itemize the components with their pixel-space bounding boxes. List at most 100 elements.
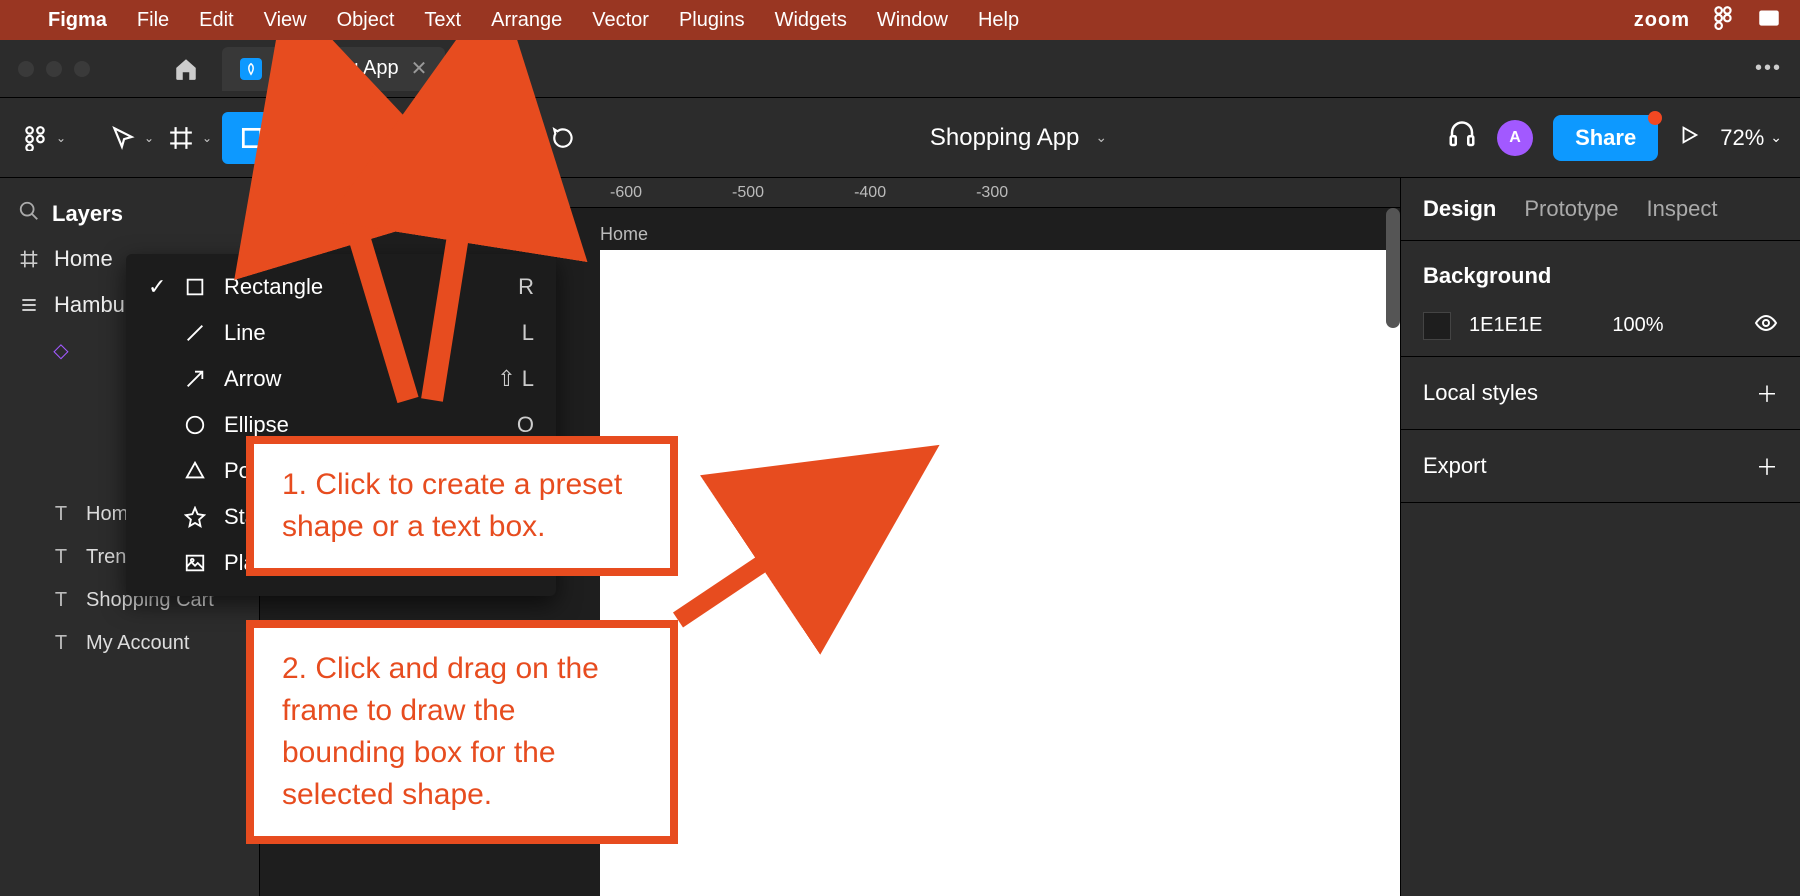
page-dropdown-icon[interactable]: ⌄ — [1095, 129, 1107, 146]
frame-label[interactable]: Home — [600, 224, 648, 245]
mac-menubar: Figma File Edit View Object Text Arrange… — [0, 0, 1800, 40]
ruler-tick: -600 — [610, 184, 642, 202]
rectangle-icon — [182, 276, 208, 298]
file-tab[interactable]: Shopping App ✕ — [222, 47, 445, 91]
layers-tab[interactable]: Layers — [52, 201, 123, 227]
star-icon — [182, 506, 208, 528]
pen-tool[interactable]: ⌄ — [306, 112, 358, 164]
menu-widgets[interactable]: Widgets — [775, 9, 847, 32]
resources-tool[interactable] — [422, 112, 474, 164]
layer-label: Home — [54, 246, 113, 272]
export-section[interactable]: Export ＋ — [1401, 430, 1800, 503]
text-layer-icon: T — [50, 503, 72, 526]
tab-design[interactable]: Design — [1423, 196, 1496, 222]
hamburger-icon — [18, 295, 40, 315]
ruler-tick: -500 — [732, 184, 764, 202]
menu-window[interactable]: Window — [877, 9, 948, 32]
ellipse-icon — [182, 414, 208, 436]
close-tab-icon[interactable]: ✕ — [411, 56, 428, 81]
menu-vector[interactable]: Vector — [592, 9, 649, 32]
menu-label: Ellipse — [224, 412, 501, 438]
main-menu-button[interactable]: ⌄ — [18, 112, 70, 164]
text-layer-icon: T — [50, 589, 72, 612]
polygon-icon — [182, 460, 208, 482]
menu-shortcut: R — [518, 274, 534, 300]
present-icon[interactable] — [1678, 124, 1700, 151]
line-icon — [182, 322, 208, 344]
menu-object[interactable]: Object — [337, 9, 395, 32]
tab-title: Shopping App — [274, 57, 399, 80]
frame-tool[interactable]: ⌄ — [164, 112, 216, 164]
section-label: Export — [1423, 453, 1487, 479]
page-title[interactable]: Shopping App — [930, 124, 1079, 152]
audio-icon[interactable] — [1447, 120, 1477, 155]
notification-dot-icon — [1648, 111, 1662, 125]
text-tool[interactable] — [364, 112, 416, 164]
menu-item-line[interactable]: Line L — [126, 310, 556, 356]
tab-inspect[interactable]: Inspect — [1647, 196, 1718, 222]
toolbar: ⌄ ⌄ ⌄ ⌄ ⌄ Shopping App — [0, 98, 1800, 178]
traffic-lights[interactable] — [18, 61, 90, 77]
background-section-label: Background — [1401, 241, 1800, 295]
menu-label: Line — [224, 320, 506, 346]
frame-icon — [18, 249, 40, 269]
check-icon: ✓ — [148, 274, 166, 300]
menu-plugins[interactable]: Plugins — [679, 9, 745, 32]
menubar-app[interactable]: Figma — [48, 9, 107, 32]
layer-text-account[interactable]: T My Account — [0, 622, 259, 665]
ruler: -600 -500 -400 -300 — [260, 178, 1400, 208]
avatar[interactable]: A — [1497, 120, 1533, 156]
arrow-icon — [182, 368, 208, 390]
annotation-callout-2: 2. Click and drag on the frame to draw t… — [246, 620, 678, 844]
menu-edit[interactable]: Edit — [199, 9, 233, 32]
annotation-callout-1: 1. Click to create a preset shape or a t… — [246, 436, 678, 576]
search-icon[interactable] — [18, 200, 40, 228]
add-export-icon[interactable]: ＋ — [1756, 450, 1778, 482]
ruler-tick: -300 — [976, 184, 1008, 202]
new-tab-button[interactable]: ＋ — [457, 51, 501, 86]
figma-menubar-icon[interactable] — [1710, 4, 1736, 36]
menu-item-arrow[interactable]: Arrow ⇧ L — [126, 356, 556, 402]
menu-view[interactable]: View — [264, 9, 307, 32]
menu-arrange[interactable]: Arrange — [491, 9, 562, 32]
menu-label: Arrow — [224, 366, 481, 392]
menu-help[interactable]: Help — [978, 9, 1019, 32]
window-overflow-icon[interactable]: ••• — [1755, 57, 1782, 80]
background-opacity[interactable]: 100% — [1612, 314, 1663, 337]
scrollbar[interactable] — [1386, 208, 1400, 328]
comment-tool[interactable] — [538, 112, 590, 164]
menu-shortcut: ⇧ L — [497, 366, 534, 392]
add-style-icon[interactable]: ＋ — [1756, 377, 1778, 409]
color-swatch[interactable] — [1423, 312, 1451, 340]
menu-item-rectangle[interactable]: ✓ Rectangle R — [126, 264, 556, 310]
ruler-tick: -400 — [854, 184, 886, 202]
frame-home[interactable] — [600, 250, 1400, 896]
component-icon: ◇ — [50, 338, 72, 363]
menubar-extra-icon[interactable] — [1756, 4, 1782, 36]
hand-tool[interactable] — [480, 112, 532, 164]
tab-prototype[interactable]: Prototype — [1524, 196, 1618, 222]
share-button[interactable]: Share — [1553, 115, 1658, 161]
window-titlebar: Shopping App ✕ ＋ ••• — [0, 40, 1800, 98]
text-layer-icon: T — [50, 546, 72, 569]
design-panel: Design Prototype Inspect Background 1E1E… — [1400, 178, 1800, 896]
local-styles-section[interactable]: Local styles ＋ — [1401, 357, 1800, 430]
image-icon — [182, 552, 208, 574]
background-hex[interactable]: 1E1E1E — [1469, 314, 1542, 337]
menu-text[interactable]: Text — [424, 9, 461, 32]
move-tool[interactable]: ⌄ — [106, 112, 158, 164]
menu-file[interactable]: File — [137, 9, 169, 32]
figma-file-icon — [240, 58, 262, 80]
menu-shortcut: O — [517, 412, 534, 438]
menu-label: Rectangle — [224, 274, 502, 300]
zoom-menubar-icon[interactable]: zoom — [1634, 9, 1690, 32]
section-label: Local styles — [1423, 380, 1538, 406]
zoom-level[interactable]: 72%⌄ — [1720, 125, 1782, 151]
layer-label: My Account — [86, 632, 189, 655]
shape-tool[interactable]: ⌄ — [222, 112, 300, 164]
menu-shortcut: L — [522, 320, 534, 346]
text-layer-icon: T — [50, 632, 72, 655]
visibility-icon[interactable] — [1754, 311, 1778, 340]
background-row[interactable]: 1E1E1E 100% — [1401, 295, 1800, 356]
home-tab[interactable] — [162, 51, 210, 87]
